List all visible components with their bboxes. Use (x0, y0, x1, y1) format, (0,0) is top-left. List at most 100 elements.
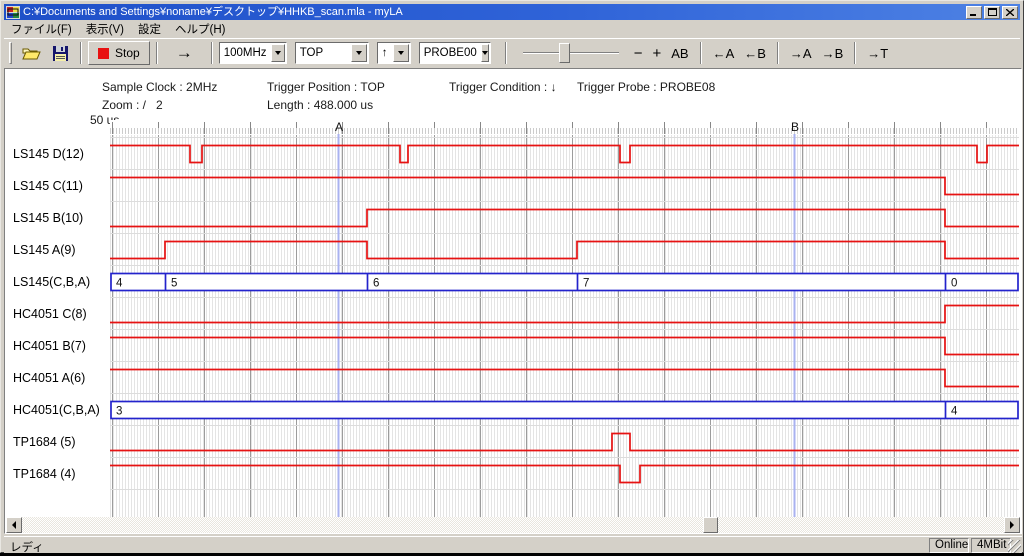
horizontal-scrollbar[interactable] (6, 517, 1020, 533)
channel-label-LS145 A(9): LS145 A(9) (13, 243, 76, 257)
bus-value: 4 (951, 406, 958, 418)
stop-icon (98, 48, 109, 59)
channel-label-HC4051 A(6): HC4051 A(6) (13, 371, 85, 385)
channel-label-HC4051 B(7): HC4051 B(7) (13, 339, 86, 353)
maximize-button[interactable] (984, 6, 1000, 19)
goto-trigger-button[interactable]: →T (862, 42, 893, 64)
bus-value: 3 (116, 406, 122, 418)
waveform-HC4051 B(7) (110, 338, 1019, 355)
minimize-button[interactable] (966, 6, 982, 19)
zoom-out-button[interactable]: − (629, 42, 648, 64)
toolbar-separator (505, 42, 507, 64)
sample-clock-value: 100MHz (220, 47, 271, 59)
zoom-slider-thumb[interactable] (559, 43, 570, 63)
zoom-in-button[interactable]: + (647, 42, 666, 64)
save-floppy-icon (53, 46, 68, 61)
menubar: ファイル(F) 表示(V) 設定 ヘルプ(H) (4, 21, 1020, 37)
ab-button[interactable]: AB (666, 42, 693, 64)
bus-value: 4 (116, 278, 123, 290)
bus-value: 0 (951, 278, 957, 290)
menu-help[interactable]: ヘルプ(H) (168, 20, 232, 38)
bus-value: 5 (171, 278, 177, 290)
chevron-down-icon[interactable] (351, 44, 367, 62)
app-icon (6, 6, 20, 19)
info-trigger-position: Trigger Position : TOP (267, 80, 385, 94)
menu-settings[interactable]: 設定 (131, 20, 168, 38)
toolbar-separator (211, 42, 213, 64)
bus-value: 6 (373, 278, 379, 290)
toolbar-separator (80, 42, 82, 64)
save-file-button[interactable] (47, 41, 74, 65)
waveforms-svg: A B 4 5 6 7 0 3 4 (110, 120, 1019, 517)
info-zoom: Zoom : / 2 (102, 98, 163, 112)
waveform-plot[interactable]: A B 4 5 6 7 0 3 4 (110, 120, 1019, 517)
triangle-right-icon (1010, 521, 1014, 529)
scroll-right-button[interactable] (1004, 517, 1020, 533)
close-button[interactable] (1002, 6, 1018, 19)
scrollbar-thumb[interactable] (703, 517, 718, 533)
waveform-HC4051 C(8) (110, 306, 1019, 323)
channel-label-HC4051 C(8): HC4051 C(8) (13, 307, 87, 321)
status-online: Online (929, 538, 969, 553)
goto-b-right-button[interactable]: →B (817, 42, 849, 64)
chevron-down-icon[interactable] (481, 44, 489, 62)
zoom-slider-track (523, 52, 619, 54)
goto-a-right-button[interactable]: →A (785, 42, 817, 64)
goto-b-left-button[interactable]: ←B (739, 42, 771, 64)
waveform-LS145 C(11) (110, 178, 1019, 195)
trigger-edge-select[interactable]: ↑ (377, 42, 411, 64)
toolbar-separator (700, 42, 702, 64)
trigger-edge-value: ↑ (378, 47, 393, 59)
toolbar-separator (156, 42, 158, 64)
marker-label-B: B (791, 120, 799, 134)
trigger-position-select[interactable]: TOP (295, 42, 369, 64)
open-folder-icon (22, 46, 41, 61)
app-window: C:¥Documents and Settings¥noname¥デスクトップ¥… (0, 0, 1024, 553)
status-memory: 4MBit (971, 538, 1011, 553)
channel-label-LS145(C,B,A): LS145(C,B,A) (13, 275, 90, 289)
info-trigger-condition: Trigger Condition : ↓ (449, 80, 557, 94)
channel-label-LS145 B(10): LS145 B(10) (13, 211, 83, 225)
run-arrow-icon: → (176, 43, 193, 63)
statusbar: レディ Online 4MBit (4, 536, 1022, 553)
window-title: C:¥Documents and Settings¥noname¥デスクトップ¥… (23, 5, 964, 20)
open-file-button[interactable] (16, 41, 47, 65)
resize-grip[interactable] (1008, 540, 1021, 553)
triangle-left-icon (12, 521, 16, 529)
bus-box-HC4051(C,B,A) (111, 402, 1018, 419)
trigger-probe-select[interactable]: PROBE00 (419, 42, 491, 64)
waveform-TP1684 (4) (110, 466, 1019, 483)
channel-label-TP1684 (4): TP1684 (4) (13, 467, 76, 481)
info-trigger-probe: Trigger Probe : PROBE08 (577, 80, 715, 94)
toolbar-separator (777, 42, 779, 64)
menu-file[interactable]: ファイル(F) (4, 20, 79, 38)
menu-view[interactable]: 表示(V) (79, 20, 131, 38)
stop-label: Stop (115, 46, 140, 60)
run-button[interactable]: → (164, 41, 205, 65)
titlebar[interactable]: C:¥Documents and Settings¥noname¥デスクトップ¥… (4, 4, 1020, 20)
toolbar-separator (854, 42, 856, 64)
info-length: Length : 488.000 us (267, 98, 373, 112)
chevron-down-icon[interactable] (393, 44, 409, 62)
channel-label-LS145 D(12): LS145 D(12) (13, 147, 84, 161)
zoom-slider[interactable] (523, 42, 619, 64)
waveform-view: Sample Clock : 2MHz Trigger Position : T… (4, 68, 1022, 534)
sample-clock-select[interactable]: 100MHz (219, 42, 287, 64)
waveform-LS145 D(12) (110, 146, 1019, 163)
toolbar: Stop → 100MHz TOP ↑ PROBE00 − + AB (4, 38, 1020, 67)
channel-label-HC4051(C,B,A): HC4051(C,B,A) (13, 403, 100, 417)
info-sample-clock: Sample Clock : 2MHz (102, 80, 217, 94)
channel-label-TP1684 (5): TP1684 (5) (13, 435, 76, 449)
bus-value: 7 (583, 278, 589, 290)
scroll-left-button[interactable] (6, 517, 22, 533)
status-ready: レディ (10, 539, 44, 555)
trigger-position-value: TOP (296, 47, 351, 59)
bus-box-LS145(C,B,A) (111, 274, 1018, 291)
marker-label-A: A (335, 120, 343, 134)
channel-label-LS145 C(11): LS145 C(11) (13, 179, 83, 193)
goto-a-left-button[interactable]: ←A (708, 42, 740, 64)
toolbar-gripper[interactable] (9, 42, 12, 64)
chevron-down-icon[interactable] (271, 44, 285, 62)
trigger-probe-value: PROBE00 (420, 47, 481, 59)
stop-button[interactable]: Stop (88, 41, 150, 65)
